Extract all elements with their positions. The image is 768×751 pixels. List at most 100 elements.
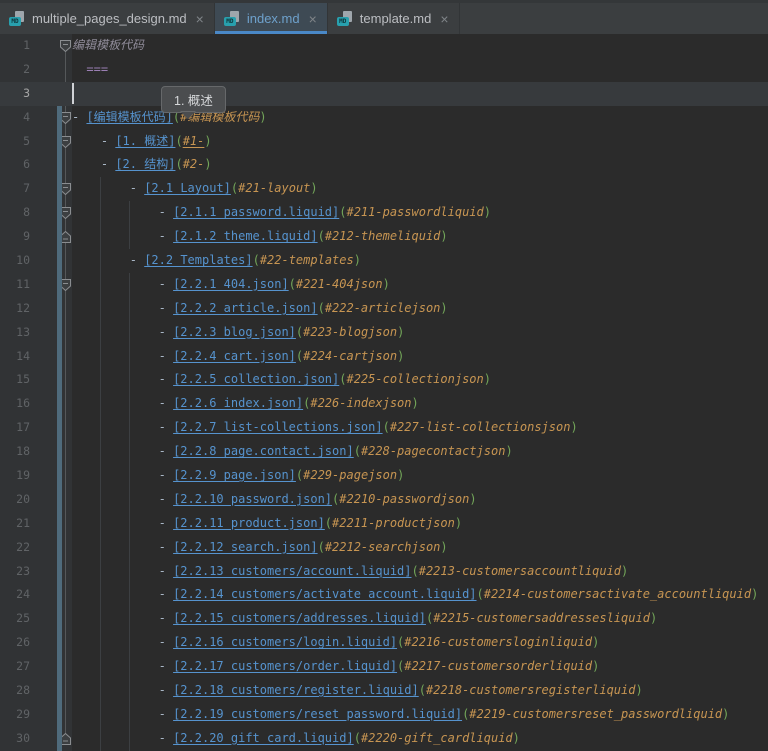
editor-line: 13- [2.2.3 blog.json](#223-blogjson) bbox=[0, 321, 768, 345]
md-anchor-destination[interactable]: #2215-customersaddressesliquid bbox=[433, 611, 650, 625]
fold-collapse-marker-icon[interactable] bbox=[60, 136, 71, 148]
line-number: 21 bbox=[0, 512, 40, 536]
editor-line: 6- [2. 结构](#2-) bbox=[0, 153, 768, 177]
list-bullet: - bbox=[159, 683, 173, 697]
list-bullet: - bbox=[159, 635, 173, 649]
list-bullet: - bbox=[159, 420, 173, 434]
md-anchor-destination[interactable]: #1- bbox=[183, 134, 205, 148]
md-link[interactable]: [2.1 Layout] bbox=[144, 181, 231, 195]
md-anchor-destination[interactable]: #211-passwordliquid bbox=[346, 205, 483, 219]
md-anchor-destination[interactable]: #2219-customersreset_passwordliquid bbox=[469, 707, 722, 721]
md-link[interactable]: [2.2 Templates] bbox=[144, 253, 252, 267]
paren: ) bbox=[383, 277, 390, 291]
md-link[interactable]: [2.2.13 customers/account.liquid] bbox=[173, 564, 411, 578]
list-bullet: - bbox=[159, 301, 173, 315]
editor-line: 24- [2.2.14 customers/activate_account.l… bbox=[0, 583, 768, 607]
editor-lines: 1编辑模板代码2===34- [编辑模板代码](#编辑模板代码)5- [1. 概… bbox=[0, 34, 768, 751]
md-link[interactable]: [2.2.18 customers/register.liquid] bbox=[173, 683, 419, 697]
md-anchor-destination[interactable]: #2218-customersregisterliquid bbox=[426, 683, 636, 697]
tab-multiple_pages_design.md[interactable]: MDmultiple_pages_design.md× bbox=[0, 3, 215, 34]
fold-gutter bbox=[40, 607, 72, 631]
md-link[interactable]: [2.2.20 gift_card.liquid] bbox=[173, 731, 354, 745]
md-link[interactable]: [2.1.2 theme.liquid] bbox=[173, 229, 318, 243]
line-text: === bbox=[72, 58, 768, 82]
fold-collapse-marker-icon[interactable] bbox=[60, 112, 71, 124]
md-link[interactable]: [2.1.1 password.liquid] bbox=[173, 205, 339, 219]
tab-template.md[interactable]: MDtemplate.md× bbox=[328, 3, 460, 34]
md-link[interactable]: [2.2.19 customers/reset_password.liquid] bbox=[173, 707, 462, 721]
md-anchor-destination[interactable]: #225-collectionjson bbox=[346, 372, 483, 386]
fold-gutter bbox=[40, 82, 72, 106]
md-link[interactable]: [2.2.7 list-collections.json] bbox=[173, 420, 383, 434]
md-anchor-destination[interactable]: #229-pagejson bbox=[303, 468, 397, 482]
md-link[interactable]: [2.2.4 cart.json] bbox=[173, 349, 296, 363]
md-link[interactable]: [2.2.6 index.json] bbox=[173, 396, 303, 410]
paren: ( bbox=[383, 420, 390, 434]
fold-gutter bbox=[40, 679, 72, 703]
text-caret bbox=[72, 83, 74, 104]
editor[interactable]: 1编辑模板代码2===34- [编辑模板代码](#编辑模板代码)5- [1. 概… bbox=[0, 34, 768, 751]
md-anchor-destination[interactable]: #2217-customersorderliquid bbox=[404, 659, 592, 673]
line-number: 11 bbox=[0, 273, 40, 297]
tab-close-icon[interactable]: × bbox=[309, 12, 317, 26]
list-bullet: - bbox=[159, 349, 173, 363]
md-anchor-destination[interactable]: #223-blogjson bbox=[303, 325, 397, 339]
md-link[interactable]: [2.2.12 search.json] bbox=[173, 540, 318, 554]
md-anchor-destination[interactable]: #224-cartjson bbox=[303, 349, 397, 363]
tab-index.md[interactable]: MDindex.md× bbox=[215, 3, 328, 34]
md-anchor-destination[interactable]: #212-themeliquid bbox=[325, 229, 441, 243]
list-bullet: - bbox=[159, 396, 173, 410]
fold-end-marker-icon[interactable] bbox=[60, 231, 71, 243]
md-anchor-destination[interactable]: #222-articlejson bbox=[325, 301, 441, 315]
md-anchor-destination[interactable]: #2214-customersactivate_accountliquid bbox=[484, 587, 751, 601]
paren: ) bbox=[592, 659, 599, 673]
md-anchor-destination[interactable]: #21-layout bbox=[238, 181, 310, 195]
tab-close-icon[interactable]: × bbox=[196, 12, 204, 26]
fold-collapse-marker-icon[interactable] bbox=[60, 40, 71, 52]
md-link[interactable]: [2. 结构] bbox=[115, 157, 175, 171]
paren: ( bbox=[253, 253, 260, 267]
md-link[interactable]: [2.2.15 customers/addresses.liquid] bbox=[173, 611, 426, 625]
md-anchor-destination[interactable]: #22-templates bbox=[260, 253, 354, 267]
md-link[interactable]: [2.2.17 customers/order.liquid] bbox=[173, 659, 397, 673]
md-link[interactable]: [2.2.16 customers/login.liquid] bbox=[173, 635, 397, 649]
fold-collapse-marker-icon[interactable] bbox=[60, 207, 71, 219]
md-link[interactable]: [2.2.8 page.contact.json] bbox=[173, 444, 354, 458]
fold-collapse-marker-icon[interactable] bbox=[60, 183, 71, 195]
md-anchor-destination[interactable]: #2220-gift_cardliquid bbox=[361, 731, 513, 745]
md-link[interactable]: [2.2.3 blog.json] bbox=[173, 325, 296, 339]
md-anchor-destination[interactable]: #226-indexjson bbox=[310, 396, 411, 410]
md-link[interactable]: [2.2.9 page.json] bbox=[173, 468, 296, 482]
md-link[interactable]: [2.2.11 product.json] bbox=[173, 516, 325, 530]
md-anchor-destination[interactable]: #2213-customersaccountliquid bbox=[419, 564, 621, 578]
md-anchor-destination[interactable]: #227-list-collectionsjson bbox=[390, 420, 571, 434]
md-link[interactable]: [2.2.5 collection.json] bbox=[173, 372, 339, 386]
md-anchor-destination[interactable]: #2211-productjson bbox=[332, 516, 455, 530]
md-anchor-destination[interactable]: #2216-customersloginliquid bbox=[404, 635, 592, 649]
md-anchor-destination[interactable]: #2- bbox=[183, 157, 205, 171]
line-number: 12 bbox=[0, 297, 40, 321]
list-bullet: - bbox=[159, 707, 173, 721]
tab-label: multiple_pages_design.md bbox=[32, 11, 187, 26]
md-anchor-destination[interactable]: #221-404json bbox=[296, 277, 383, 291]
md-link[interactable]: [2.2.1 404.json] bbox=[173, 277, 289, 291]
paren: ) bbox=[484, 372, 491, 386]
line-number: 14 bbox=[0, 345, 40, 369]
md-anchor-destination[interactable]: #2212-searchjson bbox=[325, 540, 441, 554]
md-link[interactable]: [1. 概述] bbox=[115, 134, 175, 148]
fold-gutter bbox=[40, 321, 72, 345]
md-anchor-destination[interactable]: #2210-passwordjson bbox=[339, 492, 469, 506]
md-link[interactable]: [2.2.10 password.json] bbox=[173, 492, 332, 506]
line-number: 5 bbox=[0, 130, 40, 154]
md-anchor-destination[interactable]: #228-pagecontactjson bbox=[361, 444, 506, 458]
md-link[interactable]: [编辑模板代码] bbox=[86, 110, 172, 124]
fold-collapse-marker-icon[interactable] bbox=[60, 279, 71, 291]
md-link[interactable]: [2.2.14 customers/activate_account.liqui… bbox=[173, 587, 476, 601]
md-link[interactable]: [2.2.2 article.json] bbox=[173, 301, 318, 315]
line-number: 20 bbox=[0, 488, 40, 512]
editor-line: 20- [2.2.10 password.json](#2210-passwor… bbox=[0, 488, 768, 512]
fold-gutter bbox=[40, 58, 72, 82]
tab-close-icon[interactable]: × bbox=[440, 12, 448, 26]
markdown-file-icon: MD bbox=[337, 11, 353, 27]
fold-end-marker-icon[interactable] bbox=[60, 733, 71, 745]
